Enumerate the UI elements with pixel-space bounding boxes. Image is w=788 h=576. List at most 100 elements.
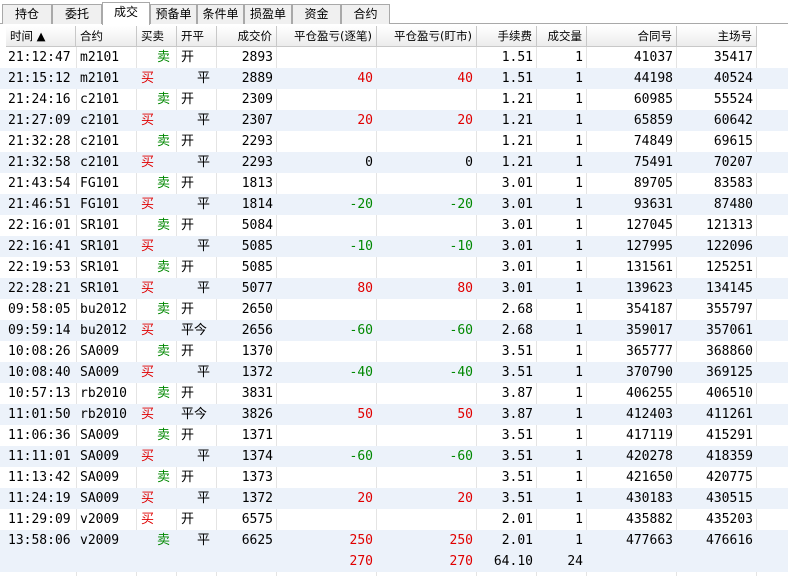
cell-exchange-id: 87480 <box>713 197 753 212</box>
header-fee[interactable]: 手续费 <box>477 26 537 47</box>
cell-price: 2309 <box>241 92 273 107</box>
cell-fee: 2.68 <box>501 302 533 317</box>
cell-contract: SA009 <box>80 428 120 443</box>
header-price[interactable]: 成交价 <box>217 26 277 47</box>
cell-pnl-mark <box>377 383 477 404</box>
cell-fee: 3.01 <box>501 239 533 254</box>
cell-pnl-mark <box>377 341 477 362</box>
table-row[interactable]: 10:08:40 SA009 买平 1372 -40 -40 3.51 1 370790 3691… <box>0 362 788 383</box>
cell-pnl-mark <box>377 47 477 68</box>
cell-offset: 开 <box>181 92 195 107</box>
table-row[interactable]: 21:12:47 m2101 卖开 2893 1.51 1 41037 35417 <box>0 47 788 68</box>
cell-exchange-id: 134145 <box>706 281 753 296</box>
table-row[interactable]: 21:15:12 m2101 买平 2889 40 40 1.51 1 44198 40524 <box>0 68 788 89</box>
cell-pnl-mark: 40 <box>457 71 473 86</box>
table-row[interactable]: 11:01:50 rb2010 买 平今 3826 50 50 3.87 1 412403 4112… <box>0 404 788 425</box>
table-row[interactable]: 22:19:53 SR101 卖开 5085 3.01 1 131561 125251 <box>0 257 788 278</box>
cell-contract: FG101 <box>80 176 120 191</box>
header-contract[interactable]: 合约 <box>76 26 137 47</box>
header-side[interactable]: 买卖 <box>137 26 177 47</box>
tab-conditional-orders[interactable]: 条件单 <box>197 4 244 24</box>
header-offset[interactable]: 开平 <box>177 26 217 47</box>
table-row[interactable]: 11:29:09 v2009 买 开 6575 2.01 1 435882 435203 <box>0 509 788 530</box>
cell-time: 09:59:14 <box>8 323 71 338</box>
cell-fee: 2.01 <box>501 533 533 548</box>
cell-time: 11:13:42 <box>8 470 71 485</box>
cell-contract: c2101 <box>80 92 120 107</box>
cell-pnl-trade: 80 <box>357 281 373 296</box>
header-order-id[interactable]: 合同号 <box>587 26 677 47</box>
cell-contract: rb2010 <box>80 407 127 422</box>
cell-pnl-mark: -20 <box>449 197 473 212</box>
tab-contracts[interactable]: 合约 <box>341 4 390 24</box>
header-volume[interactable]: 成交量 <box>537 26 587 47</box>
cell-order-id: 365777 <box>626 344 673 359</box>
cell-volume: 1 <box>575 491 583 506</box>
cell-pnl-mark: 250 <box>449 533 473 548</box>
tab-orders[interactable]: 委托 <box>52 4 102 24</box>
header-exchange-id[interactable]: 主场号 <box>677 26 757 47</box>
cell-order-id: 420278 <box>626 449 673 464</box>
cell-side: 买 <box>141 407 155 422</box>
tab-trades[interactable]: 成交 <box>102 2 150 25</box>
cell-fee: 3.87 <box>501 386 533 401</box>
cell-pnl-trade <box>277 299 377 320</box>
table-row[interactable]: 09:59:14 bu2012 买 平今 2656 -60 -60 2.68 1 359017 35… <box>0 320 788 341</box>
cell-offset: 开 <box>181 344 195 359</box>
tab-stop-orders[interactable]: 损盈单 <box>244 4 292 24</box>
cell-volume: 1 <box>575 92 583 107</box>
table-row[interactable]: 21:32:58 c2101 买平 2293 0 0 1.21 1 75491 70207 <box>0 152 788 173</box>
header-pnl-trade[interactable]: 平仓盈亏(逐笔) <box>277 26 377 47</box>
table-row[interactable]: 21:43:54 FG101 卖开 1813 3.01 1 89705 83583 <box>0 173 788 194</box>
tab-positions[interactable]: 持仓 <box>2 4 52 24</box>
cell-exchange-id: 357061 <box>706 323 753 338</box>
header-pnl-mark[interactable]: 平仓盈亏(盯市) <box>377 26 477 47</box>
table-row[interactable]: 13:58:06 v2009 卖平 6625 250 250 2.01 1 477663 4766… <box>0 530 788 551</box>
cell-volume: 1 <box>575 50 583 65</box>
cell-contract: FG101 <box>80 197 120 212</box>
table-row[interactable]: 22:16:41 SR101 买平 5085 -10 -10 3.01 1 127995 1220… <box>0 236 788 257</box>
cell-pnl-mark: -10 <box>449 239 473 254</box>
cell-time: 21:12:47 <box>8 50 71 65</box>
cell-volume: 1 <box>575 239 583 254</box>
table-row[interactable]: 11:11:01 SA009 买平 1374 -60 -60 3.51 1 420278 4183… <box>0 446 788 467</box>
tab-preorders[interactable]: 预备单 <box>150 4 197 24</box>
table-row[interactable]: 21:27:09 c2101 买平 2307 20 20 1.21 1 65859 60642 <box>0 110 788 131</box>
cell-pnl-mark <box>377 425 477 446</box>
table-row[interactable]: 21:32:28 c2101 卖开 2293 1.21 1 74849 69615 <box>0 131 788 152</box>
cell-time: 22:19:53 <box>8 260 71 275</box>
table-row[interactable]: 22:16:01 SR101 卖开 5084 3.01 1 127045 121313 <box>0 215 788 236</box>
cell-price: 1372 <box>241 365 273 380</box>
cell-contract: SA009 <box>80 365 120 380</box>
table-row[interactable]: 21:46:51 FG101 买平 1814 -20 -20 3.01 1 93631 87480 <box>0 194 788 215</box>
cell-exchange-id: 83583 <box>713 176 753 191</box>
cell-contract: bu2012 <box>80 323 127 338</box>
table-row[interactable]: 21:24:16 c2101 卖开 2309 1.21 1 60985 55524 <box>0 89 788 110</box>
cell-pnl-mark <box>377 299 477 320</box>
cell-fee: 1.51 <box>501 71 533 86</box>
table-row[interactable]: 10:08:26 SA009 卖开 1370 3.51 1 365777 368860 <box>0 341 788 362</box>
table-row[interactable]: 10:57:13 rb2010 卖开 3831 3.87 1 406255 406510 <box>0 383 788 404</box>
cell-price: 1374 <box>241 449 273 464</box>
cell-fee: 3.01 <box>501 281 533 296</box>
table-row[interactable]: 22:28:21 SR101 买平 5077 80 80 3.01 1 139623 134145 <box>0 278 788 299</box>
cell-pnl-trade <box>277 467 377 488</box>
cell-exchange-id: 411261 <box>706 407 753 422</box>
cell-volume: 1 <box>575 71 583 86</box>
cell-contract: bu2012 <box>80 302 127 317</box>
cell-pnl-trade <box>277 47 377 68</box>
table-row[interactable]: 11:24:19 SA009 买平 1372 20 20 3.51 1 430183 430515 <box>0 488 788 509</box>
header-time[interactable]: 时间 ▲ <box>6 26 76 47</box>
cell-contract: m2101 <box>80 50 120 65</box>
cell-contract: SA009 <box>80 344 120 359</box>
cell-pnl-trade: -60 <box>349 449 373 464</box>
cell-volume: 1 <box>575 260 583 275</box>
cell-price: 2293 <box>241 155 273 170</box>
table-row[interactable]: 09:58:05 bu2012 卖开 2650 2.68 1 354187 355797 <box>0 299 788 320</box>
cell-contract: v2009 <box>80 533 120 548</box>
table-row[interactable]: 11:13:42 SA009 卖开 1373 3.51 1 421650 420775 <box>0 467 788 488</box>
cell-pnl-trade: 50 <box>357 407 373 422</box>
tab-funds[interactable]: 资金 <box>292 4 341 24</box>
cell-offset: 开 <box>181 512 195 527</box>
table-row[interactable]: 11:06:36 SA009 卖开 1371 3.51 1 417119 415291 <box>0 425 788 446</box>
